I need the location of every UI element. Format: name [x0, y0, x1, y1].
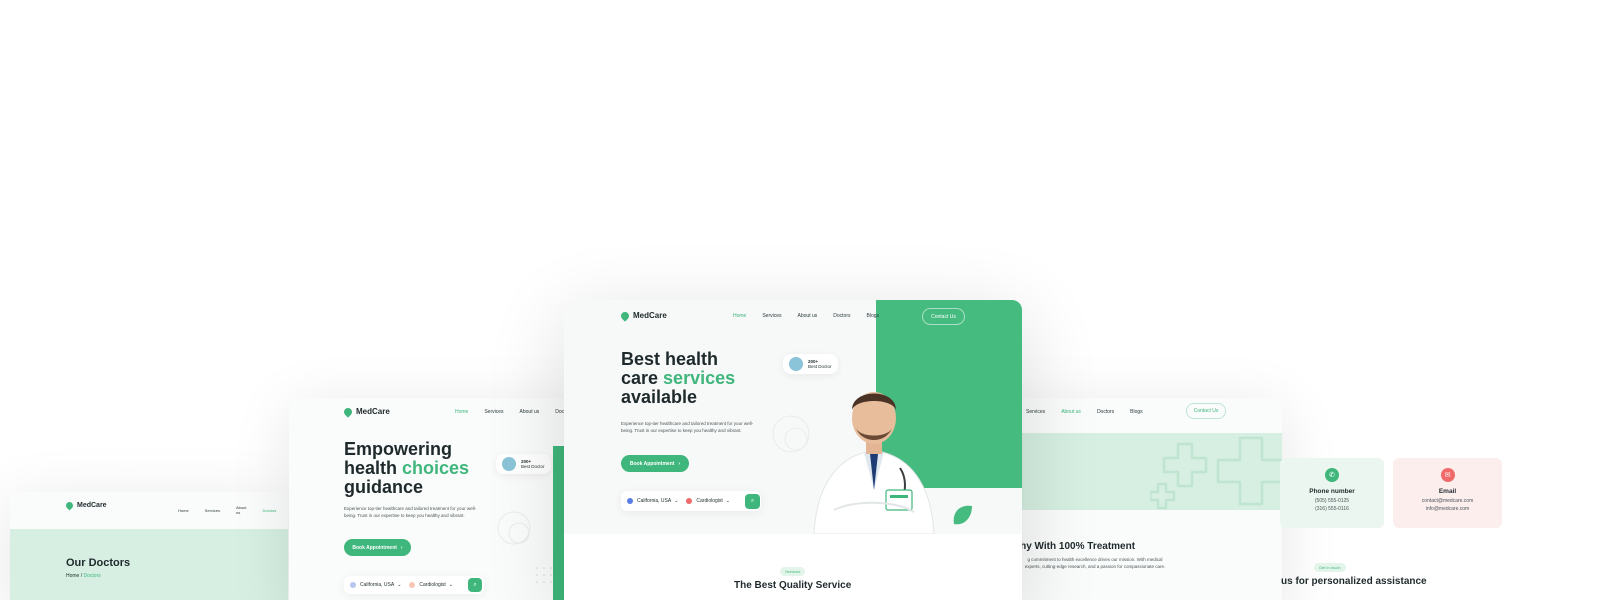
leaf-logo-icon — [619, 309, 631, 322]
mockup-home-v2: MedCare Home Services About us Doctors E… — [289, 398, 589, 600]
contact-title: us for personalized assistance — [1281, 576, 1427, 587]
page-title: Our Doctors — [66, 557, 131, 569]
search-icon: ⌕ — [750, 498, 755, 504]
email-address-1[interactable]: contact@medcare.com — [1422, 498, 1473, 504]
search-bar: California, USA ⌄ Cardiologist ⌄ — [344, 576, 484, 594]
mockup-about-page: Services About us Doctors Blogs Contact … — [1000, 398, 1282, 600]
medical-cross-pattern — [1150, 436, 1282, 510]
breadcrumb-home[interactable]: Home / — [66, 573, 82, 579]
nav-doctors[interactable]: Doctors — [833, 313, 850, 319]
contact-us-button[interactable]: Contact Us — [1186, 403, 1226, 419]
doctor-avatar — [502, 457, 516, 471]
decorative-circles — [497, 511, 531, 545]
phone-label: Phone number — [1309, 488, 1355, 495]
location-select[interactable]: California, USA — [360, 582, 394, 588]
leaf-logo-icon — [64, 500, 75, 511]
search-button[interactable]: ⌕ — [468, 578, 482, 592]
hero-description: Experience top-tier healthcare and tailo… — [621, 421, 754, 434]
search-bar: California, USA ⌄ Cardiologist ⌄ — [621, 491, 761, 511]
nav-services[interactable]: Services — [762, 313, 781, 319]
nav-home[interactable]: Home — [178, 508, 189, 513]
email-card: ✉ Email contact@medcare.com info@medcare… — [1393, 458, 1502, 528]
breadcrumb: Home / Doctors — [66, 573, 101, 579]
email-icon: ✉ — [1440, 468, 1455, 482]
search-icon: ⌕ — [473, 581, 477, 588]
leaf-decoration — [953, 505, 972, 525]
page-banner — [10, 529, 288, 600]
location-pin-icon — [627, 498, 633, 504]
location-select[interactable]: California, USA — [637, 498, 671, 504]
specialty-icon — [409, 582, 416, 588]
doctor-avatar — [789, 357, 803, 371]
brand-logo[interactable]: MedCare — [64, 500, 107, 511]
book-appointment-button[interactable]: Book Appointment › — [344, 539, 411, 556]
top-nav: Home Services About us Doctors — [178, 505, 288, 515]
nav-blogs[interactable]: Blogs — [1130, 409, 1143, 415]
nav-services[interactable]: Services — [1026, 409, 1045, 415]
phone-icon: ✆ — [1325, 468, 1339, 482]
nav-about[interactable]: About us — [1061, 409, 1081, 415]
phone-number-1[interactable]: (505) 555-0125 — [1315, 498, 1349, 504]
specialty-icon — [686, 498, 693, 504]
breadcrumb-current: Doctors — [83, 573, 101, 579]
services-title: The Best Quality Service — [734, 580, 852, 591]
specialty-select[interactable]: Cardiologist — [419, 582, 445, 588]
nav-home[interactable]: Home — [455, 409, 468, 415]
location-pin-icon — [350, 582, 356, 588]
nav-doctors[interactable]: Doctors — [1097, 409, 1114, 415]
nav-doctors[interactable]: Doctors — [262, 508, 276, 513]
brand-logo[interactable]: MedCare — [342, 405, 390, 418]
chevron-right-icon: › — [400, 544, 403, 551]
email-address-2[interactable]: info@medcare.com — [1426, 506, 1469, 512]
about-title: lthy With 100% Treatment — [1014, 541, 1136, 552]
search-button[interactable]: ⌕ — [745, 494, 760, 509]
nav-about[interactable]: About us — [520, 409, 540, 415]
chevron-down-icon: ⌄ — [725, 498, 730, 504]
nav-services[interactable]: Services — [484, 409, 503, 415]
best-doctor-badge: 200+ Best Doctor — [496, 454, 551, 474]
brand-logo[interactable]: MedCare — [619, 309, 667, 322]
chevron-down-icon: ⌄ — [448, 582, 453, 588]
chevron-down-icon: ⌄ — [674, 498, 679, 504]
hero-title: Best health care services available — [621, 349, 736, 407]
nav-home[interactable]: Home — [733, 313, 746, 319]
book-appointment-button[interactable]: Book Appointment › — [621, 455, 689, 472]
showcase-stage: MedCare Home Services About us Doctors O… — [0, 0, 1600, 600]
services-tag: Services — [780, 567, 806, 576]
nav-services[interactable]: Services — [205, 508, 220, 513]
phone-number-2[interactable]: (316) 555-0116 — [1315, 506, 1349, 512]
specialty-select[interactable]: Cardiologist — [696, 498, 722, 504]
mockup-home-main: MedCare Home Services About us Doctors B… — [564, 300, 1022, 600]
nav-blogs[interactable]: Blogs — [867, 313, 880, 319]
chevron-right-icon: › — [678, 460, 681, 467]
nav-about[interactable]: About us — [236, 505, 246, 515]
nav-about[interactable]: About us — [798, 313, 818, 319]
about-description: g commitment to health excellence drives… — [1024, 557, 1166, 570]
doctor-illustration — [813, 392, 935, 534]
leaf-logo-icon — [342, 405, 354, 418]
top-nav: Home Services About us Doctors Blogs — [733, 313, 895, 319]
hero-title: Empowering health choices guidance — [344, 439, 470, 497]
contact-us-button[interactable]: Contact Us — [922, 308, 965, 325]
email-label: Email — [1438, 488, 1457, 495]
hero-description: Experience top-tier healthcare and tailo… — [344, 506, 477, 519]
phone-card: ✆ Phone number (505) 555-0125 (316) 555-… — [1280, 458, 1384, 528]
mockup-doctors-page: MedCare Home Services About us Doctors O… — [10, 492, 288, 600]
get-in-touch-tag: Get in touch — [1314, 563, 1346, 572]
top-nav: Services About us Doctors Blogs — [1026, 409, 1159, 415]
chevron-down-icon: ⌄ — [397, 582, 402, 588]
